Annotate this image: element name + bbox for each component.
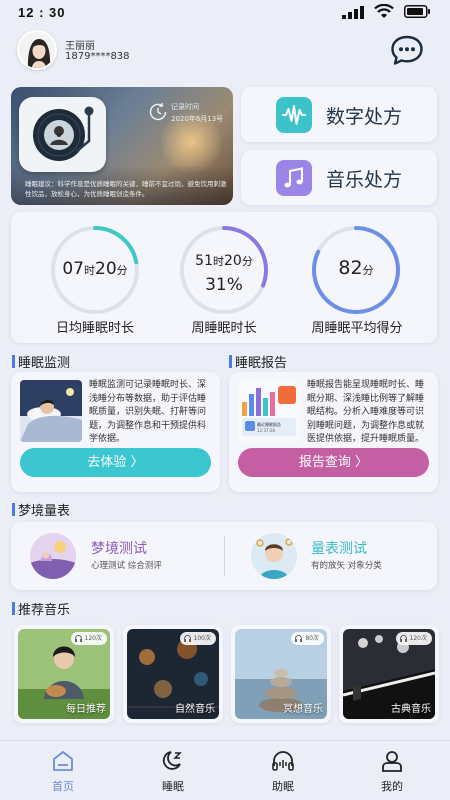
bottom-tab-bar: 首页 睡眠 助眠 我的 bbox=[0, 740, 450, 800]
scale-test-image[interactable] bbox=[251, 533, 297, 579]
dream-scale-card: 梦境测试 心理测试 综合测评 量表测试 有的放矢 对象分类 bbox=[11, 522, 437, 590]
section-title-sleep-monitor: 睡眠监测 bbox=[18, 356, 71, 371]
sleep-monitor-desc: 睡眠监测可记录睡眠时长、深浅睡分布等数据，助于评估睡眠质量，识别失眠、打鼾等问题… bbox=[89, 380, 207, 444]
headphones-icon bbox=[295, 635, 303, 642]
weekly-sleep-percent: 31% bbox=[205, 275, 243, 295]
music-prescription-label: 音乐处方 bbox=[326, 169, 403, 191]
digital-prescription-button[interactable]: 数字处方 bbox=[241, 87, 437, 142]
tab-home[interactable]: 首页 bbox=[23, 741, 103, 800]
avatar[interactable] bbox=[17, 30, 57, 70]
play-count-badge: 100次 bbox=[179, 632, 216, 645]
tab-sleep[interactable]: 睡眠 bbox=[133, 741, 213, 800]
report-mini-date: 12:37:28 bbox=[257, 428, 275, 433]
record-time-label: 记录时间 bbox=[171, 103, 199, 111]
weekly-sleep-value: 51时20分 bbox=[195, 253, 253, 269]
daily-sleep-value: 07时20分 bbox=[62, 259, 128, 279]
tab-label: 我的 bbox=[381, 780, 403, 793]
tab-label: 睡眠 bbox=[162, 780, 184, 793]
sleep-advice: 睡眠建议：科学作息是优质睡眠的关键，睡前不宜过饱，避免饮用刺激性饮品，放松身心，… bbox=[25, 180, 227, 198]
user-phone: 1879****838 bbox=[65, 51, 130, 62]
home-icon bbox=[53, 751, 73, 771]
music-label: 冥想音乐 bbox=[283, 704, 323, 715]
sleep-report-desc: 睡眠报告能呈现睡眠时长、睡眠分期、深浅睡比例等了解睡眠结构。分析入睡难度等可识别… bbox=[307, 380, 425, 444]
music-label: 每日推荐 bbox=[66, 704, 106, 715]
status-time: 12 : 30 bbox=[18, 5, 66, 20]
music-label: 自然音乐 bbox=[175, 704, 215, 715]
weekly-score-label: 周睡眠平均得分 bbox=[311, 321, 403, 336]
weekly-sleep-ring bbox=[180, 226, 268, 314]
section-title-sleep-report: 睡眠报告 bbox=[235, 356, 288, 371]
section-title-music: 推荐音乐 bbox=[18, 603, 71, 618]
clock-icon bbox=[149, 102, 167, 121]
daily-sleep-label: 日均睡眠时长 bbox=[55, 321, 134, 336]
signal-icon bbox=[342, 6, 364, 19]
tab-label: 首页 bbox=[52, 780, 74, 793]
tab-sleep-aid[interactable]: 助眠 bbox=[243, 741, 323, 800]
weekly-sleep-label: 周睡眠时长 bbox=[191, 321, 257, 336]
music-label: 古典音乐 bbox=[391, 704, 431, 715]
record-date: 2020年6月13号 bbox=[171, 115, 224, 123]
tab-label: 助眠 bbox=[272, 780, 294, 793]
scale-test-sub: 有的放矢 对象分类 bbox=[311, 561, 382, 571]
wifi-icon bbox=[374, 4, 394, 18]
try-monitor-button[interactable]: 去体验 〉 bbox=[20, 448, 211, 477]
sleep-report-card: 最近睡眠报告 12:37:28 睡眠报告能呈现睡眠时长、睡眠分期、深浅睡比例等了… bbox=[229, 372, 438, 492]
dream-test-title[interactable]: 梦境测试 bbox=[91, 538, 147, 558]
battery-icon bbox=[404, 5, 430, 18]
user-header: 王丽丽 1879****838 bbox=[0, 30, 450, 74]
music-card-daily[interactable]: 120次 每日推荐 bbox=[14, 625, 114, 723]
sleep-stats-card: 07时20分 日均睡眠时长 51时20分 31% 周睡眠时长 82分 周睡眠平均… bbox=[11, 212, 437, 343]
profile-icon bbox=[382, 751, 402, 772]
dream-test-image[interactable] bbox=[30, 533, 76, 579]
sleep-monitor-card: 睡眠监测可记录睡眠时长、深浅睡分布等数据，助于评估睡眠质量，识别失眠、打鼾等问题… bbox=[11, 372, 220, 492]
section-title-dream: 梦境量表 bbox=[18, 504, 71, 519]
message-icon[interactable] bbox=[390, 33, 424, 67]
dream-test-sub: 心理测试 综合测评 bbox=[91, 561, 162, 571]
tab-profile[interactable]: 我的 bbox=[352, 741, 432, 800]
music-card-meditation[interactable]: 80次 冥想音乐 bbox=[231, 625, 331, 723]
weekly-score-value: 82分 bbox=[338, 257, 374, 279]
sleep-hero-card[interactable]: 记录时间 2020年6月13号 睡眠建议：科学作息是优质睡眠的关键，睡前不宜过饱… bbox=[11, 87, 233, 205]
user-name: 王丽丽 bbox=[65, 41, 95, 52]
play-count-badge: 120次 bbox=[395, 632, 432, 645]
play-count-badge: 120次 bbox=[70, 632, 107, 645]
sleep-moon-icon bbox=[162, 751, 182, 770]
play-count-badge: 80次 bbox=[291, 632, 324, 645]
music-card-nature[interactable]: 100次 自然音乐 bbox=[123, 625, 223, 723]
music-note-icon bbox=[276, 160, 312, 196]
report-query-button[interactable]: 报告查询 〉 bbox=[238, 448, 429, 477]
scale-test-title[interactable]: 量表测试 bbox=[311, 538, 367, 558]
headphones-icon bbox=[399, 635, 407, 642]
music-prescription-button[interactable]: 音乐处方 bbox=[241, 150, 437, 205]
sleeping-person-image bbox=[20, 380, 82, 442]
vinyl-player-icon bbox=[19, 97, 106, 172]
headphones-icon bbox=[272, 751, 294, 771]
headphones-icon bbox=[183, 635, 191, 642]
music-card-classical[interactable]: 120次 古典音乐 bbox=[339, 625, 439, 723]
waveform-icon bbox=[276, 97, 312, 133]
digital-prescription-label: 数字处方 bbox=[326, 106, 403, 128]
headphones-icon bbox=[74, 635, 82, 642]
status-bar: 12 : 30 bbox=[0, 0, 450, 26]
report-chart-image: 最近睡眠报告 12:37:28 bbox=[238, 380, 300, 442]
